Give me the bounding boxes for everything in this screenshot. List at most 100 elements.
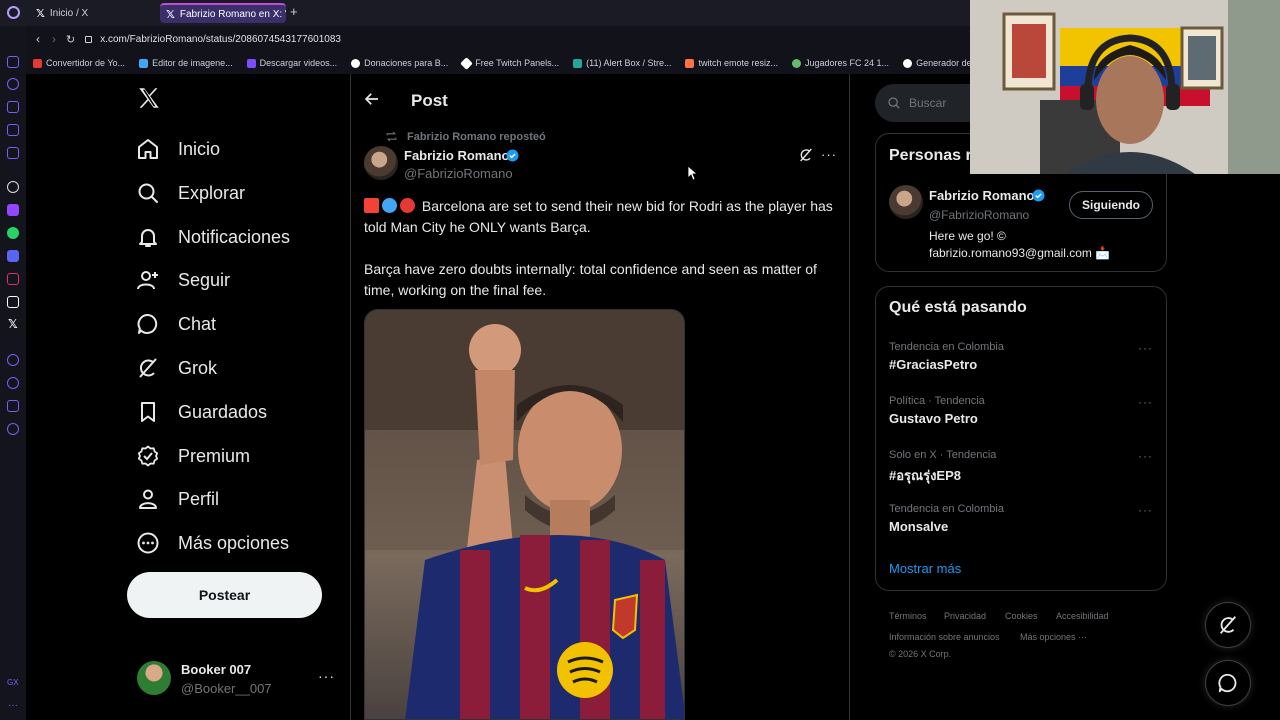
grok-icon[interactable] — [798, 147, 814, 168]
footer-copyright: © 2026 X Corp. — [889, 649, 952, 659]
back-arrow-icon[interactable] — [363, 90, 381, 113]
nav-label: Chat — [178, 313, 217, 334]
nav-item-bookmarks[interactable]: Guardados — [136, 395, 267, 429]
bookmark-item[interactable]: Jugadores FC 24 1... — [785, 58, 896, 68]
post-button[interactable]: Postear — [127, 572, 322, 618]
author-handle[interactable]: @FabrizioRomano — [404, 166, 513, 181]
footer-link-ads[interactable]: Información sobre anuncios — [889, 632, 1000, 642]
bookmark-item[interactable]: Descargar videos... — [240, 58, 345, 68]
mouse-cursor-icon — [687, 165, 699, 186]
avatar — [137, 661, 171, 695]
bookmark-item[interactable]: Editor de imagene... — [132, 58, 240, 68]
forward-icon[interactable]: › — [52, 32, 56, 46]
bookmark-item[interactable]: Convertidor de Yo... — [26, 58, 132, 68]
browser-tab-home[interactable]: 𝕏 Inicio / X — [30, 3, 158, 23]
footer-link-more[interactable]: Más opciones ··· — [1020, 632, 1087, 642]
browser-tab-post[interactable]: 𝕏 Fabrizio Romano en X: "🚨 ! — [160, 3, 286, 23]
trend-item[interactable]: Gustavo Petro — [889, 411, 978, 426]
chat-icon — [137, 314, 158, 334]
url-input[interactable]: x.com/FabrizioRomano/status/208607454317… — [100, 34, 341, 45]
footer-link-privacy[interactable]: Privacidad — [944, 611, 986, 621]
discord-icon[interactable] — [7, 250, 19, 262]
bookmark-item[interactable]: (11) Alert Box / Stre... — [566, 58, 678, 68]
more-icon[interactable]: ··· — [318, 668, 335, 684]
new-tab-icon[interactable]: + — [290, 4, 298, 19]
more-icon[interactable]: ··· — [1138, 395, 1153, 409]
twitch-icon[interactable] — [7, 204, 19, 216]
nav-item-follow[interactable]: Seguir — [136, 263, 230, 297]
chat-fab-button[interactable] — [1205, 660, 1251, 706]
tab-label: Fabrizio Romano en X: "🚨 ! — [179, 8, 286, 20]
bell-icon — [139, 229, 157, 247]
avatar[interactable] — [364, 146, 398, 180]
more-icon[interactable]: ··· — [821, 147, 837, 162]
bookmark-icon — [139, 58, 149, 68]
x-sidebar-icon[interactable]: 𝕏 — [8, 317, 18, 331]
add-person-icon — [137, 271, 158, 290]
sidebar-icon[interactable] — [7, 124, 19, 136]
grok-fab-button[interactable] — [1205, 602, 1251, 648]
history-icon[interactable] — [7, 377, 19, 389]
trend-item[interactable]: #GraciasPetro — [889, 357, 977, 372]
tab-label: Inicio / X — [49, 7, 89, 19]
nav-item-more[interactable]: Más opciones — [136, 526, 289, 560]
nav-item-profile[interactable]: Perfil — [136, 482, 219, 516]
reload-icon[interactable]: ↻ — [66, 33, 75, 46]
tweet-paragraph-2: Barça have zero doubts internally: total… — [364, 261, 817, 298]
settings-icon[interactable] — [7, 423, 19, 435]
x-logo-icon[interactable] — [136, 85, 162, 116]
nav-label: Guardados — [178, 401, 268, 422]
trends-card — [875, 286, 1167, 591]
more-icon[interactable]: ··· — [1138, 449, 1153, 463]
show-more-link[interactable]: Mostrar más — [889, 561, 961, 576]
nav-item-explore[interactable]: Explorar — [136, 176, 245, 210]
author-name[interactable]: Fabrizio Romano — [404, 148, 509, 163]
profile-bio-line2: fabrizio.romano93@gmail.com 📩 — [929, 246, 1111, 260]
chatgpt-icon[interactable] — [7, 181, 19, 193]
bookmark-item[interactable]: Generador de Voz... — [896, 58, 970, 68]
sidebar-icon[interactable] — [7, 400, 19, 412]
avatar[interactable] — [889, 185, 923, 219]
back-icon[interactable]: ‹ — [36, 32, 40, 46]
footer-link-terms[interactable]: Términos — [889, 611, 927, 621]
footer-link-cookies[interactable]: Cookies — [1005, 611, 1038, 621]
following-button[interactable]: Siguiendo — [1069, 191, 1153, 219]
footer-link-accessibility[interactable]: Accesibilidad — [1056, 611, 1109, 621]
tiktok-icon[interactable] — [7, 296, 19, 308]
more-circle-icon — [137, 532, 159, 554]
bookmark-item[interactable]: Free Twitch Panels... — [455, 56, 566, 70]
bookmark-icon — [33, 58, 42, 68]
sidebar-icon[interactable] — [7, 101, 19, 113]
nav-label: Inicio — [178, 138, 221, 159]
sidebar-icon[interactable] — [7, 56, 19, 68]
more-icon[interactable]: ··· — [1138, 503, 1153, 517]
x-logo-icon: 𝕏 — [36, 7, 45, 20]
nav-item-notifications[interactable]: Notificaciones — [136, 220, 290, 254]
nav-label: Perfil — [178, 488, 220, 509]
trend-item[interactable]: #อรุณรุ่งEP8 — [889, 465, 961, 486]
nav-item-grok[interactable]: Grok — [136, 351, 217, 385]
opera-logo-icon[interactable] — [7, 6, 20, 19]
divider — [849, 74, 850, 720]
nav-item-premium[interactable]: Premium — [136, 439, 250, 473]
instagram-icon[interactable] — [7, 273, 19, 285]
bookmark-icon — [351, 58, 361, 68]
trend-item[interactable]: Monsalve — [889, 519, 948, 534]
tweet-image[interactable] — [364, 309, 685, 720]
tweet-text: Barcelona are set to send their new bid … — [364, 198, 833, 235]
gx-icon[interactable]: GX — [7, 678, 19, 687]
more-icon[interactable]: ··· — [8, 700, 18, 711]
nav-item-home[interactable]: Inicio — [136, 132, 220, 166]
bookmark-item[interactable]: twitch emote resiz... — [678, 58, 785, 68]
sidebar-icon[interactable] — [7, 147, 19, 159]
account-switcher[interactable]: Booker 007 @Booker__007 ··· — [137, 658, 337, 700]
sidebar-icon[interactable] — [7, 78, 19, 90]
nav-item-chat[interactable]: Chat — [136, 307, 216, 341]
profile-name[interactable]: Fabrizio Romano — [929, 188, 1034, 203]
whatsapp-icon[interactable] — [7, 227, 19, 239]
more-icon[interactable]: ··· — [1138, 341, 1153, 355]
search-input[interactable]: Buscar — [909, 96, 946, 110]
search-icon — [138, 183, 158, 203]
bookmark-item[interactable]: Donaciones para B... — [344, 58, 455, 68]
sidebar-icon[interactable] — [7, 354, 19, 366]
